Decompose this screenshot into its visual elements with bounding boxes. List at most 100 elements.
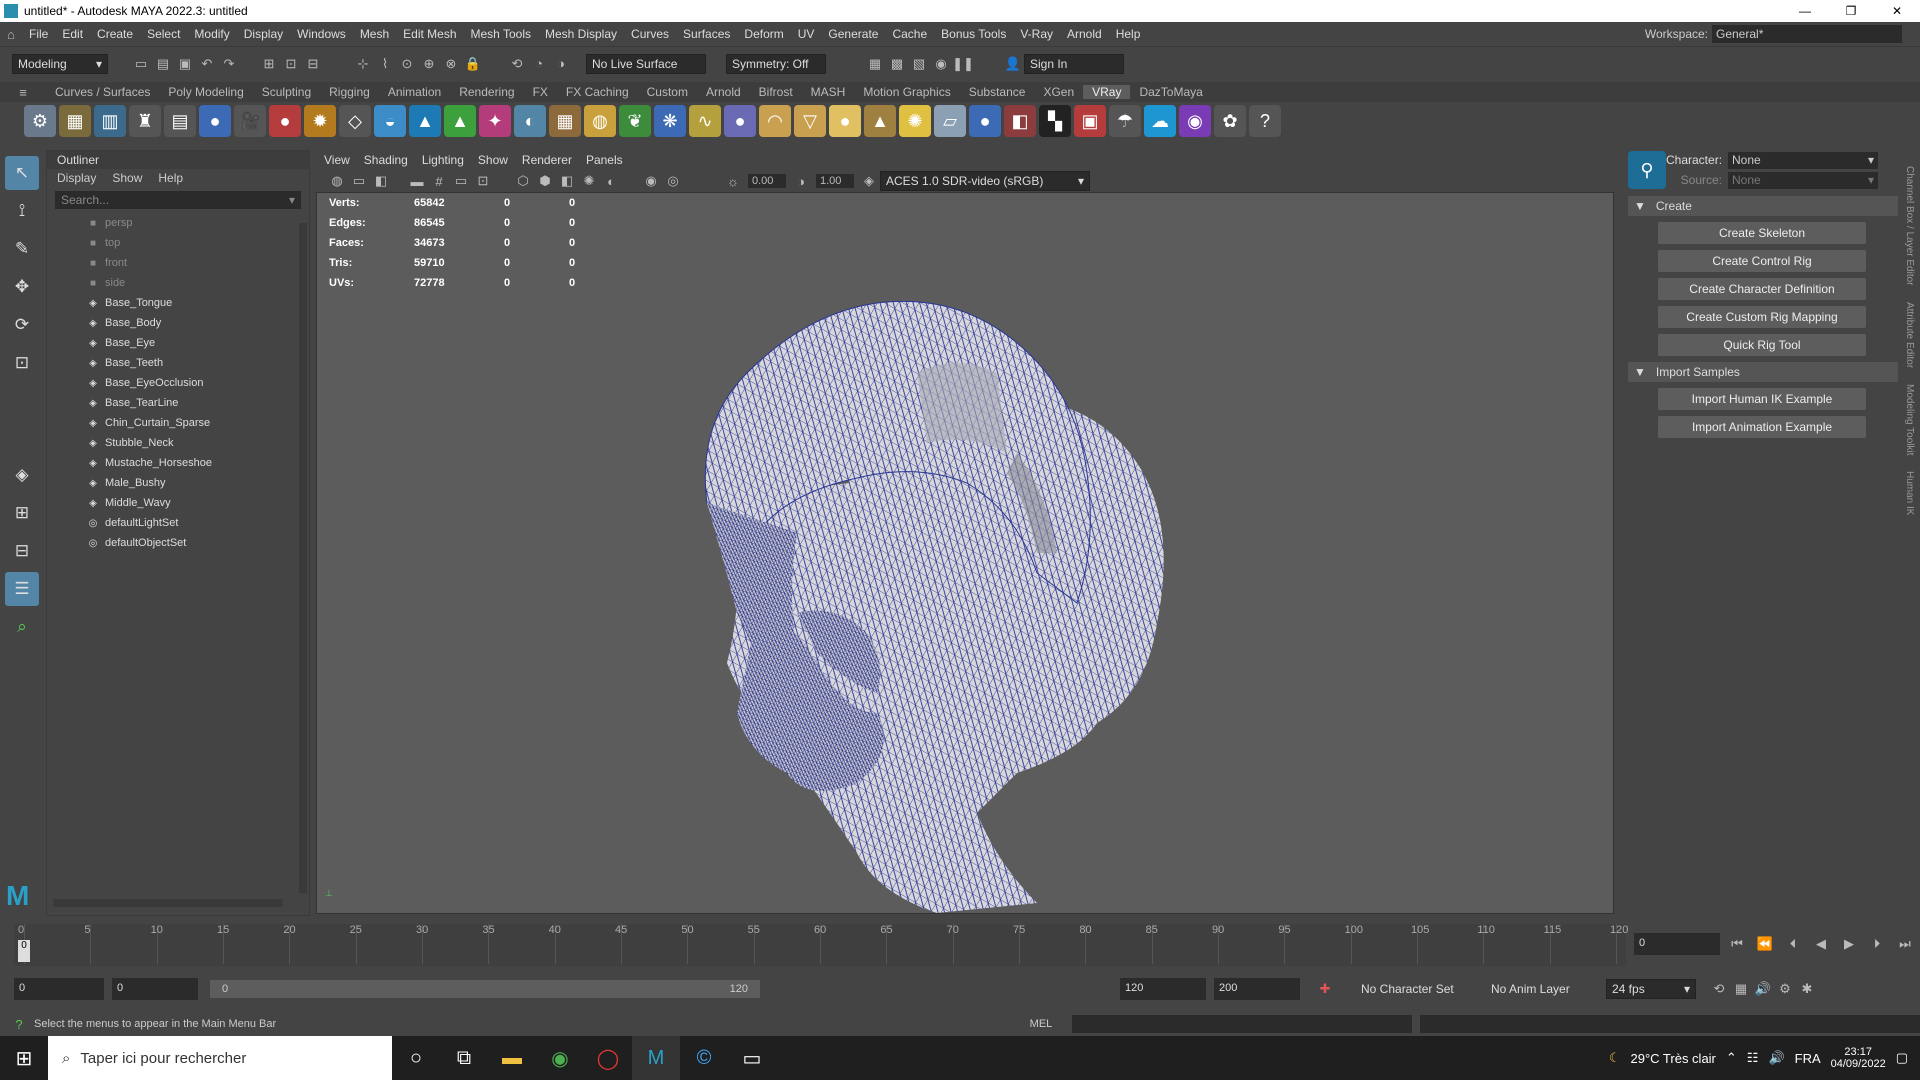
move-tool-icon[interactable]: ✥: [5, 270, 39, 304]
vray-mesh-light-icon[interactable]: ●: [969, 105, 1001, 137]
lang-indicator[interactable]: FRA: [1795, 1051, 1821, 1066]
wireframe-icon[interactable]: ⬡: [514, 172, 532, 190]
vray-water-icon[interactable]: ▲: [409, 105, 441, 137]
shelf-tab-substance[interactable]: Substance: [960, 85, 1035, 99]
create-character-definition-button[interactable]: Create Character Definition: [1658, 278, 1866, 300]
vray-globe-icon[interactable]: ◍: [584, 105, 616, 137]
shelf-tab-mash[interactable]: MASH: [802, 85, 855, 99]
isolate-icon[interactable]: ◎: [664, 172, 682, 190]
anim-prefs-icon[interactable]: ✱: [1798, 980, 1816, 998]
vray-multi-icon[interactable]: ◧: [1004, 105, 1036, 137]
menu-mesh-display[interactable]: Mesh Display: [538, 27, 624, 41]
sign-in-dropdown[interactable]: Sign In: [1024, 53, 1124, 74]
create-custom-rig-mapping-button[interactable]: Create Custom Rig Mapping: [1658, 306, 1866, 328]
vray-sphere-light-icon[interactable]: ●: [829, 105, 861, 137]
vray-grass-icon[interactable]: ▲: [444, 105, 476, 137]
volume-icon[interactable]: 🔊: [1768, 1050, 1784, 1066]
outliner-item[interactable]: ■ front: [47, 253, 309, 273]
play-back-icon[interactable]: ◀: [1812, 935, 1830, 953]
outliner-item[interactable]: ◈ Base_Tongue: [47, 293, 309, 313]
select-hierarchy-icon[interactable]: ⊞: [260, 55, 278, 73]
time-slider[interactable]: 0 5 10 15 20 25 30 35 40 45 50 55 60 65 70 75 80 85 90 95 10…: [14, 924, 1628, 966]
outliner-item[interactable]: ■ persp: [47, 213, 309, 233]
select-component-icon[interactable]: ⊟: [304, 55, 322, 73]
outliner-item[interactable]: ◎ defaultObjectSet: [47, 533, 309, 553]
outliner-search[interactable]: Search... ▾: [55, 191, 301, 209]
search-icon[interactable]: ⌕: [5, 610, 39, 644]
film-gate-icon[interactable]: ▭: [452, 172, 470, 190]
outliner-item[interactable]: ◈ Chin_Curtain_Sparse: [47, 413, 309, 433]
sound-icon[interactable]: 🔊: [1754, 980, 1772, 998]
create-skeleton-button[interactable]: Create Skeleton: [1658, 222, 1866, 244]
cortana-icon[interactable]: ○: [392, 1036, 440, 1080]
vray-plane-icon[interactable]: ◇: [339, 105, 371, 137]
vray-frame-buffer-icon[interactable]: ▦: [59, 105, 91, 137]
single-view-icon[interactable]: ◈: [5, 458, 39, 492]
image-plane-icon[interactable]: ▬: [408, 172, 426, 190]
create-control-rig-button[interactable]: Create Control Rig: [1658, 250, 1866, 272]
play-forward-icon[interactable]: ▶: [1840, 935, 1858, 953]
quick-rig-tool-button[interactable]: Quick Rig Tool: [1658, 334, 1866, 356]
gamma-icon[interactable]: ◑: [792, 172, 810, 190]
minimize-button[interactable]: —: [1782, 0, 1828, 22]
viewport-menu-renderer[interactable]: Renderer: [522, 153, 572, 167]
playback-start-field[interactable]: 0: [112, 978, 198, 1000]
shelf-tab-xgen[interactable]: XGen: [1034, 85, 1083, 99]
menu-mesh[interactable]: Mesh: [353, 27, 396, 41]
shelf-tab-fx[interactable]: FX: [524, 85, 557, 99]
menu-deform[interactable]: Deform: [737, 27, 790, 41]
menu-edit-mesh[interactable]: Edit Mesh: [396, 27, 463, 41]
create-section-header[interactable]: ▼ Create: [1628, 196, 1898, 216]
go-to-start-icon[interactable]: ⏮: [1728, 935, 1746, 953]
xray-icon[interactable]: ◉: [642, 172, 660, 190]
snap-view-icon[interactable]: ⊕: [420, 55, 438, 73]
vray-plant-icon[interactable]: ❦: [619, 105, 651, 137]
import-human-ik-example-button[interactable]: Import Human IK Example: [1658, 388, 1866, 410]
history-icon[interactable]: ⟲: [508, 55, 526, 73]
vray-curve-icon[interactable]: ∿: [689, 105, 721, 137]
right-tab-modeling-toolkit[interactable]: Modeling Toolkit: [1904, 384, 1915, 456]
vray-colors-icon[interactable]: ✿: [1214, 105, 1246, 137]
fps-dropdown[interactable]: 24 fps ▾: [1606, 979, 1696, 999]
outliner-item[interactable]: ◈ Base_Body: [47, 313, 309, 333]
render-view-icon[interactable]: ▦: [866, 55, 884, 73]
vray-scene-icon[interactable]: ☂: [1109, 105, 1141, 137]
shelf-tab-fx-caching[interactable]: FX Caching: [557, 85, 638, 99]
menu-v-ray[interactable]: V-Ray: [1013, 27, 1060, 41]
outliner-item[interactable]: ◈ Base_Eye: [47, 333, 309, 353]
task-view-icon[interactable]: ⧉: [440, 1036, 488, 1080]
outliner-item[interactable]: ◈ Mustache_Horseshoe: [47, 453, 309, 473]
shadows-icon[interactable]: ◐: [602, 172, 620, 190]
persp-outliner-icon[interactable]: ⊟: [5, 534, 39, 568]
live-surface-dropdown[interactable]: No Live Surface: [586, 53, 706, 74]
scale-tool-icon[interactable]: ⊡: [5, 346, 39, 380]
menu-bonus-tools[interactable]: Bonus Tools: [934, 27, 1013, 41]
vray-sun-icon[interactable]: ✺: [899, 105, 931, 137]
vray-settings-icon[interactable]: ⚙: [24, 105, 56, 137]
shelf-tab-bifrost[interactable]: Bifrost: [750, 85, 802, 99]
vray-ipr-icon[interactable]: ♜: [129, 105, 161, 137]
menu-modify[interactable]: Modify: [187, 27, 236, 41]
outliner-item[interactable]: ◈ Stubble_Neck: [47, 433, 309, 453]
notifications-icon[interactable]: ▢: [1896, 1050, 1908, 1066]
grid-icon[interactable]: #: [430, 172, 448, 190]
menu-curves[interactable]: Curves: [624, 27, 676, 41]
start-time-field[interactable]: 0: [14, 978, 104, 1000]
vray-red-sphere-icon[interactable]: ●: [269, 105, 301, 137]
vray-proxy-icon[interactable]: ▦: [549, 105, 581, 137]
menu-generate[interactable]: Generate: [821, 27, 885, 41]
viewport-menu-lighting[interactable]: Lighting: [422, 153, 464, 167]
head-wireframe-model[interactable]: [317, 193, 1614, 914]
hypershade-icon[interactable]: ◉: [932, 55, 950, 73]
new-scene-icon[interactable]: ▭: [132, 55, 150, 73]
import-animation-example-button[interactable]: Import Animation Example: [1658, 416, 1866, 438]
viewport-3d[interactable]: Verts: 65842 0 0 Edges: 86545 0 0 Faces: 34673 0 0 T…: [316, 192, 1614, 914]
menu-arnold[interactable]: Arnold: [1060, 27, 1109, 41]
taskbar-search[interactable]: ⌕ Taper ici pour rechercher: [48, 1036, 392, 1080]
undo-icon[interactable]: ↶: [198, 55, 216, 73]
vray-cloud-icon[interactable]: ☁: [1144, 105, 1176, 137]
vray-fire-icon[interactable]: ✹: [304, 105, 336, 137]
home-icon[interactable]: ⌂: [2, 25, 20, 43]
colorspace-dropdown[interactable]: ACES 1.0 SDR-video (sRGB) ▾: [880, 171, 1090, 191]
vray-rect-light-icon[interactable]: ▱: [934, 105, 966, 137]
